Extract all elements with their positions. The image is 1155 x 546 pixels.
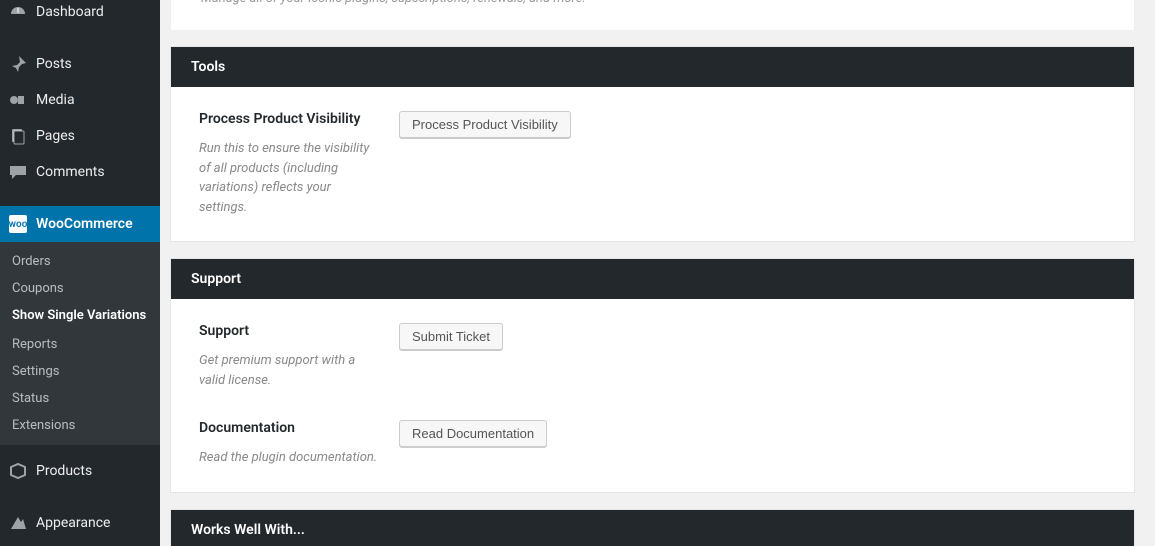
field-desc: Run this to ensure the visibility of all… — [199, 141, 369, 215]
submenu-item-orders[interactable]: Orders — [0, 248, 160, 275]
submenu-item-status[interactable]: Status — [0, 385, 160, 412]
tools-panel: Tools Process Product Visibility Run thi… — [170, 46, 1135, 242]
sidebar-item-products[interactable]: Products — [0, 453, 160, 489]
sidebar-item-label: Products — [36, 463, 92, 479]
sidebar-item-pages[interactable]: Pages — [0, 118, 160, 154]
support-panel: Support Support Get premium support with… — [170, 258, 1135, 493]
process-product-visibility-button[interactable]: Process Product Visibility — [399, 111, 571, 138]
submenu-item-show-single-variations[interactable]: Show Single Variations — [0, 302, 160, 331]
works-well-panel: Works Well With... — [170, 509, 1135, 546]
support-panel-header: Support — [171, 259, 1134, 299]
read-documentation-button[interactable]: Read Documentation — [399, 420, 547, 447]
sidebar-item-label: Appearance — [36, 515, 110, 531]
pages-icon — [8, 126, 28, 146]
pin-icon — [8, 54, 28, 74]
field-title: Support — [199, 323, 379, 339]
support-row: Support Get premium support with a valid… — [199, 323, 1106, 390]
main-content: Manage all of your Iconic plugins, supsc… — [160, 0, 1155, 546]
woocommerce-submenu: Orders Coupons Show Single Variations Re… — [0, 242, 160, 445]
sidebar-item-label: Pages — [36, 128, 75, 144]
sidebar-item-label: Dashboard — [36, 4, 104, 20]
intro-description: Manage all of your Iconic plugins, supsc… — [170, 0, 1135, 30]
sidebar-item-woocommerce[interactable]: woo WooCommerce — [0, 206, 160, 242]
admin-sidebar: Dashboard Posts Media Pages Commen — [0, 0, 160, 546]
field-desc: Get premium support with a valid license… — [199, 353, 355, 388]
sidebar-item-label: Media — [36, 92, 75, 108]
media-icon — [8, 90, 28, 110]
sidebar-item-appearance[interactable]: Appearance — [0, 505, 160, 541]
sidebar-item-comments[interactable]: Comments — [0, 154, 160, 190]
sidebar-item-users[interactable]: Users — [0, 541, 160, 546]
submenu-item-coupons[interactable]: Coupons — [0, 275, 160, 302]
submenu-item-settings[interactable]: Settings — [0, 358, 160, 385]
woo-icon: woo — [8, 214, 28, 234]
appearance-icon — [8, 513, 28, 533]
comment-icon — [8, 162, 28, 182]
products-icon — [8, 461, 28, 481]
works-well-panel-header: Works Well With... — [171, 510, 1134, 546]
sidebar-item-media[interactable]: Media — [0, 82, 160, 118]
sidebar-item-posts[interactable]: Posts — [0, 46, 160, 82]
process-visibility-row: Process Product Visibility Run this to e… — [199, 111, 1106, 217]
sidebar-item-label: Posts — [36, 56, 72, 72]
field-desc: Read the plugin documentation. — [199, 450, 377, 465]
documentation-row: Documentation Read the plugin documentat… — [199, 420, 1106, 468]
sidebar-item-dashboard[interactable]: Dashboard — [0, 0, 160, 30]
sidebar-item-label: WooCommerce — [36, 216, 133, 232]
submenu-item-reports[interactable]: Reports — [0, 331, 160, 358]
field-title: Process Product Visibility — [199, 111, 379, 127]
submit-ticket-button[interactable]: Submit Ticket — [399, 323, 503, 350]
sidebar-item-label: Comments — [36, 164, 105, 180]
submenu-item-extensions[interactable]: Extensions — [0, 412, 160, 439]
dashboard-icon — [8, 2, 28, 22]
tools-panel-header: Tools — [171, 47, 1134, 87]
field-title: Documentation — [199, 420, 379, 436]
